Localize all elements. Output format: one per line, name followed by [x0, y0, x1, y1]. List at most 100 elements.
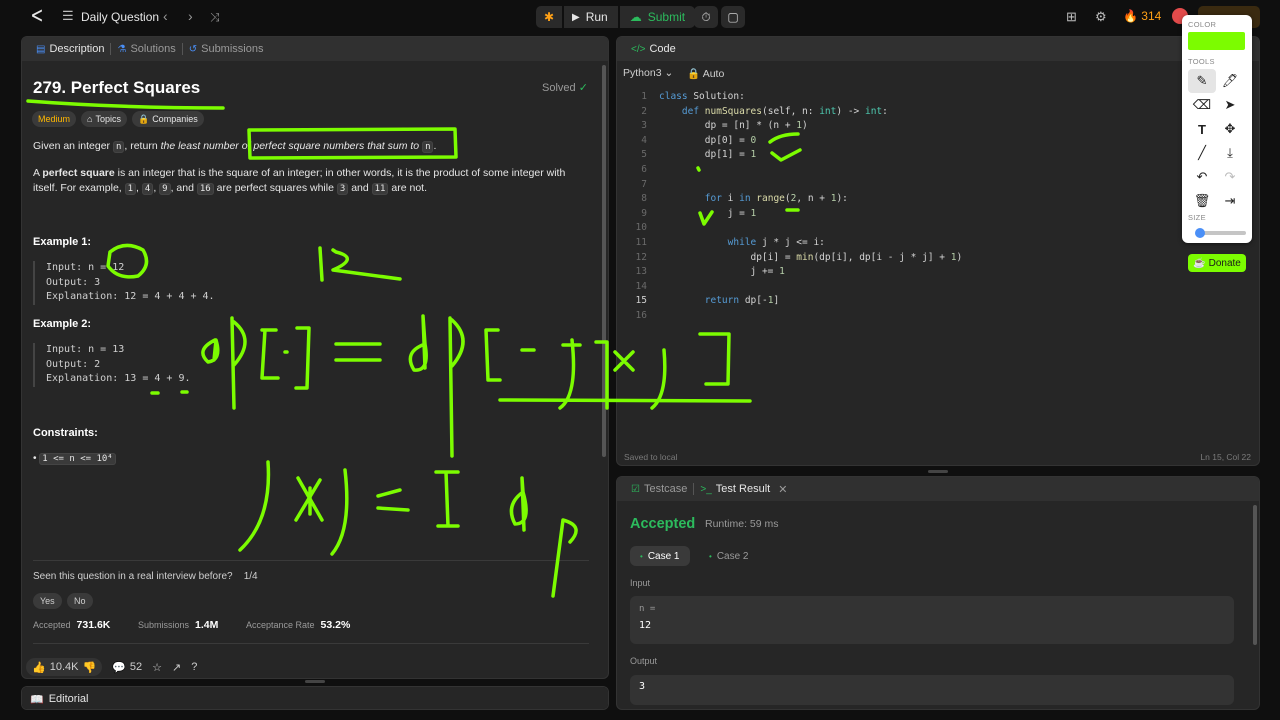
- close-icon[interactable]: ✕: [778, 483, 787, 496]
- description-scrollbar[interactable]: [602, 65, 606, 457]
- tag-icon: ⌂: [87, 114, 93, 124]
- code-line[interactable]: return dp[-1]: [659, 295, 779, 306]
- tab-solutions[interactable]: ⚗ Solutions: [111, 37, 181, 61]
- inline-code: n: [112, 141, 125, 153]
- code-line[interactable]: while j * j <= i:: [659, 237, 825, 248]
- code-line[interactable]: dp[1] = 1: [659, 149, 757, 160]
- topics-tag[interactable]: ⌂ Topics: [81, 111, 127, 127]
- problem-title[interactable]: 279. Perfect Squares: [33, 78, 200, 98]
- code-line[interactable]: dp = [n] * (n + 1): [659, 120, 808, 131]
- input-value: 12: [639, 620, 652, 631]
- save-status: Saved to local: [624, 452, 678, 462]
- tab-description[interactable]: ▤ Description: [30, 37, 110, 61]
- code-line[interactable]: dp[i] = min(dp[i], dp[i - j * j] + 1): [659, 252, 963, 263]
- color-swatch[interactable]: [1188, 32, 1245, 50]
- case-2-tab[interactable]: • Case 2: [699, 546, 759, 566]
- share-icon[interactable]: ↗: [172, 661, 181, 674]
- lock-icon: 🔒: [137, 113, 150, 124]
- tab-test-result[interactable]: >_ Test Result ✕: [694, 477, 793, 501]
- status-dot-icon: •: [709, 551, 712, 561]
- stat-label: Acceptance Rate: [246, 620, 315, 630]
- yes-button[interactable]: Yes: [33, 593, 62, 609]
- text: are perfect squares while: [213, 182, 337, 194]
- language-select[interactable]: Python3 ⌄: [623, 67, 673, 80]
- settings-gear-icon[interactable]: ⚙: [1095, 9, 1107, 25]
- redo-icon[interactable]: ↷: [1216, 165, 1244, 189]
- star-icon[interactable]: ☆: [152, 661, 162, 674]
- code-line[interactable]: j += 1: [659, 266, 785, 277]
- example-line: Output: 2: [46, 358, 101, 370]
- code-line[interactable]: for i in range(2, n + 1):: [659, 193, 848, 204]
- code-panel: </> Code Python3 ⌄ 🔒 Auto 1 class Solution…: [616, 36, 1260, 466]
- stat-value: 1.4M: [195, 619, 219, 631]
- prev-problem-icon[interactable]: ‹: [163, 8, 168, 24]
- tab-code[interactable]: </> Code: [625, 37, 682, 61]
- example-line: Input: n = 12: [46, 262, 125, 273]
- panel-resize-handle[interactable]: [305, 680, 325, 683]
- problem-list-title[interactable]: Daily Question: [81, 10, 159, 24]
- timer-icon[interactable]: ⏱: [694, 6, 718, 28]
- tab-label: Description: [49, 43, 105, 55]
- runtime: Runtime: 59 ms: [705, 518, 779, 530]
- editorial-panel[interactable]: 📖 Editorial: [21, 686, 609, 710]
- problem-list-icon[interactable]: ☰: [62, 9, 76, 23]
- eraser-icon[interactable]: ⌫: [1188, 93, 1216, 117]
- constraint-text: 1 <= n <= 10⁴: [39, 453, 116, 465]
- test-result-panel: ☑ Testcase >_ Test Result ✕ Accepted Runtim…: [616, 476, 1260, 710]
- code-line[interactable]: dp[0] = 0: [659, 135, 757, 146]
- no-button[interactable]: No: [67, 593, 93, 609]
- editorial-header[interactable]: 📖 Editorial: [22, 687, 608, 709]
- like-button[interactable]: 👍 10.4K 👎: [26, 658, 103, 676]
- case-1-tab[interactable]: • Case 1: [630, 546, 690, 566]
- stat-label: Accepted: [33, 620, 71, 630]
- donate-button[interactable]: ☕ Donate: [1188, 254, 1246, 272]
- move-icon[interactable]: ✥: [1216, 117, 1244, 141]
- trash-icon[interactable]: 🗑: [1188, 189, 1216, 213]
- line-icon[interactable]: ╱: [1188, 141, 1216, 165]
- test-tabs: ☑ Testcase >_ Test Result ✕: [617, 477, 1259, 501]
- line-number: 8: [641, 193, 647, 205]
- solved-status: Solved ✓: [542, 81, 588, 94]
- highlighter-icon[interactable]: 🖊: [1216, 69, 1244, 93]
- bug-icon: ✱: [543, 10, 555, 24]
- exit-icon[interactable]: ⇥: [1216, 189, 1244, 213]
- panel-resize-handle[interactable]: [928, 470, 948, 473]
- tab-submissions[interactable]: ↺ Submissions: [183, 37, 270, 61]
- layout-grid-icon[interactable]: ⊞: [1066, 9, 1077, 25]
- pointer-icon[interactable]: ➤: [1216, 93, 1244, 117]
- code-line[interactable]: class Solution:: [659, 91, 745, 102]
- comments-button[interactable]: 💬 52: [112, 661, 142, 674]
- leetcode-logo-icon[interactable]: ᐸ: [28, 8, 46, 26]
- undo-icon[interactable]: ↶: [1188, 165, 1216, 189]
- donate-label: Donate: [1208, 257, 1241, 269]
- debug-button[interactable]: ✱: [536, 6, 562, 28]
- auto-mode-toggle[interactable]: 🔒 Auto: [687, 67, 724, 80]
- test-scrollbar[interactable]: [1253, 505, 1257, 645]
- streak-count: 314: [1141, 9, 1162, 23]
- example-line: Explanation: 13 = 4 + 9.: [46, 373, 191, 384]
- size-slider-knob[interactable]: [1195, 228, 1205, 238]
- text: and: [348, 182, 372, 194]
- help-icon[interactable]: ?: [191, 661, 197, 673]
- thumbs-down-icon[interactable]: 👎: [82, 661, 96, 674]
- shuffle-icon[interactable]: ⤨: [210, 10, 220, 25]
- notes-icon[interactable]: ▢: [721, 6, 745, 28]
- description-footer: 👍 10.4K 👎 💬 52 ☆ ↗ ?: [22, 654, 608, 678]
- submit-button[interactable]: ☁ Submit: [619, 6, 696, 28]
- streak-counter[interactable]: 🔥 314: [1123, 9, 1161, 23]
- size-label: SIZE: [1188, 213, 1206, 222]
- code-line[interactable]: j = 1: [659, 208, 757, 219]
- tab-testcase[interactable]: ☑ Testcase: [625, 477, 693, 501]
- next-problem-icon[interactable]: ›: [188, 8, 193, 24]
- pen-icon[interactable]: ✎: [1188, 69, 1216, 93]
- case-label: Case 1: [647, 550, 680, 562]
- check-circle-icon: ✓: [578, 82, 588, 94]
- run-button[interactable]: ▶ Run: [564, 6, 618, 28]
- tab-label: Submissions: [201, 43, 264, 55]
- code-line[interactable]: def numSquares(self, n: int) -> int:: [659, 106, 888, 117]
- terminal-icon: >_: [700, 483, 712, 495]
- text-icon[interactable]: T: [1188, 117, 1216, 141]
- stat-label: Submissions: [138, 620, 190, 630]
- companies-tag[interactable]: 🔒 Companies: [131, 111, 204, 127]
- download-icon[interactable]: ⤓: [1216, 141, 1244, 165]
